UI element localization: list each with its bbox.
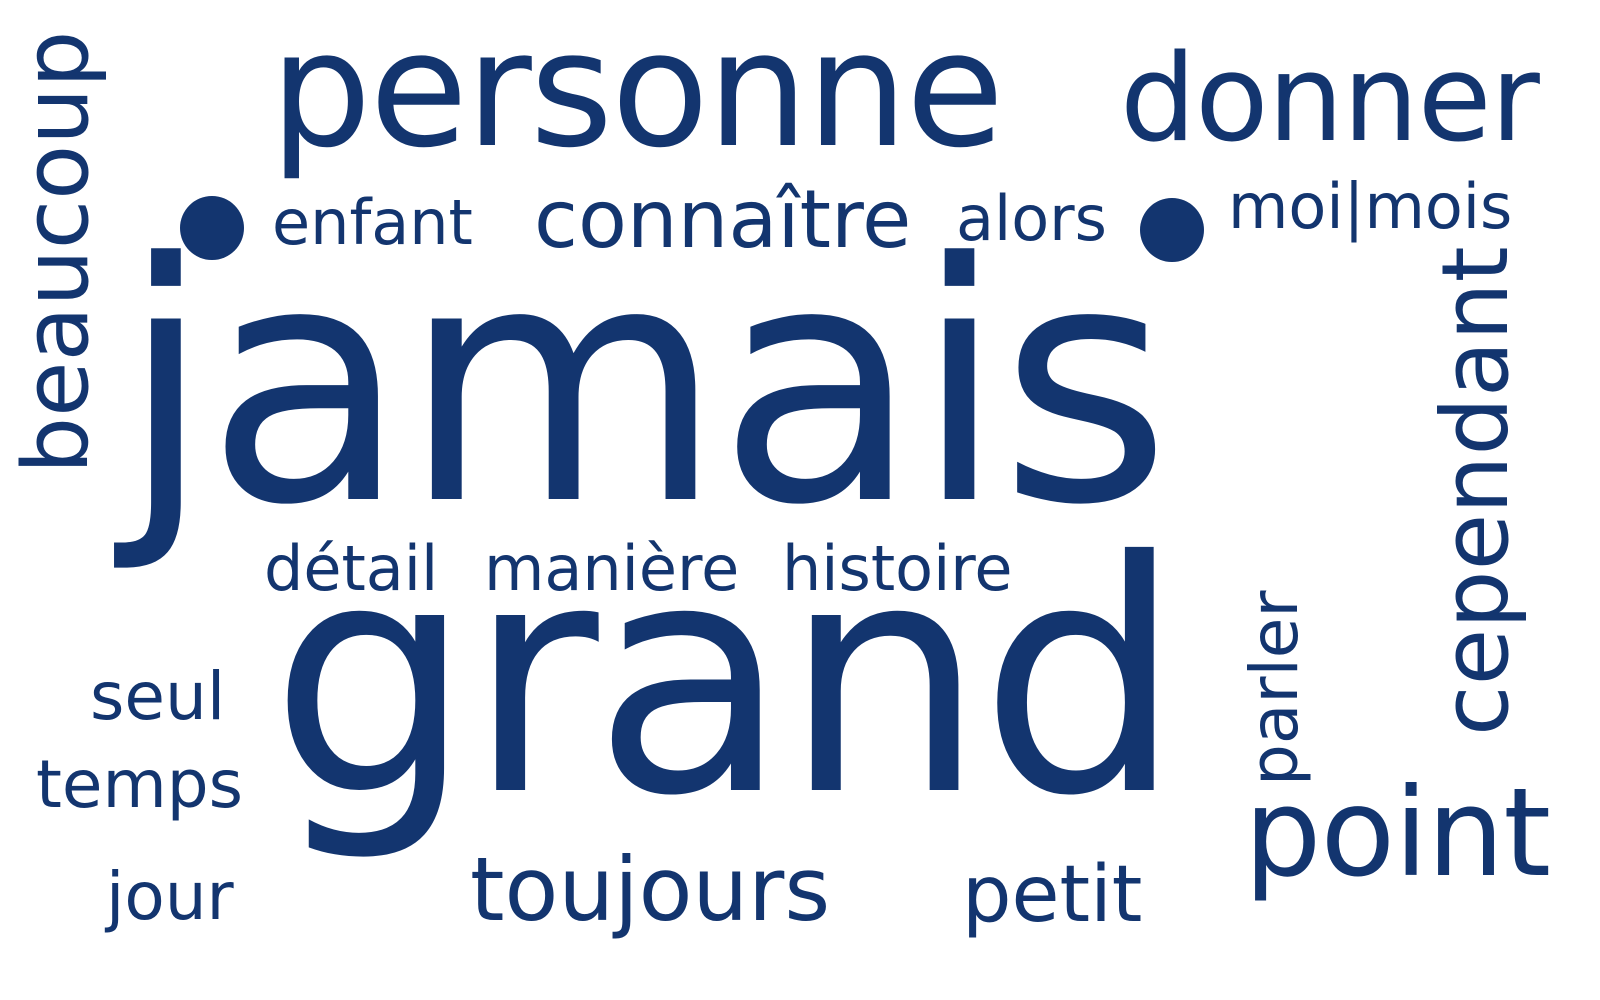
word-jour: jour	[106, 858, 234, 935]
word-personne: personne	[270, 0, 1004, 183]
word-cependant: cependant	[1422, 246, 1529, 736]
word-petit: petit	[962, 850, 1143, 940]
word-moi-mois: moi|mois	[1228, 170, 1513, 243]
word-beaucoup: beaucoup	[4, 30, 109, 474]
word-cloud: personne donner enfant connaître alors m…	[0, 0, 1600, 1000]
word-point: point	[1244, 762, 1551, 904]
word-donner: donner	[1120, 30, 1540, 169]
word-temps: temps	[36, 746, 244, 823]
word-seul: seul	[90, 658, 226, 735]
word-grand: grand	[270, 494, 1183, 866]
word-parler: parler	[1236, 590, 1313, 786]
word-toujours: toujours	[470, 838, 831, 941]
